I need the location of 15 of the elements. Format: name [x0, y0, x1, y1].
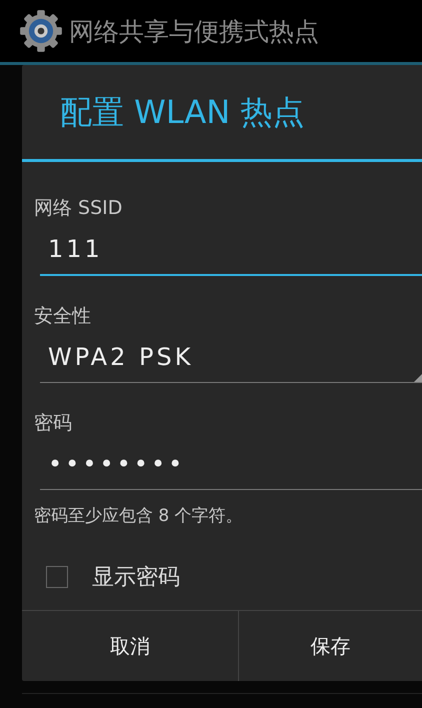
gear-icon	[19, 9, 63, 53]
dropdown-corner-icon	[414, 374, 422, 382]
input-field[interactable]: 111	[40, 224, 422, 276]
dialog-title: 配置 WLAN 热点	[22, 65, 422, 162]
field-label: 安全性	[34, 304, 92, 329]
field-label: 网络 SSID	[34, 196, 124, 221]
input-field[interactable]: ••••••••	[40, 439, 422, 490]
app-title: 网络共享与便携式热点	[69, 16, 319, 48]
field-label: 密码	[34, 411, 73, 436]
checkbox[interactable]	[46, 566, 68, 588]
hint-text: 密码至少应包含 8 个字符。	[34, 505, 244, 527]
checkbox-label: 显示密码	[92, 564, 180, 592]
security-dropdown[interactable]: WPA2 PSK	[40, 332, 422, 383]
cancel-button[interactable]: 取消	[22, 611, 238, 681]
save-button[interactable]: 保存	[238, 611, 422, 681]
